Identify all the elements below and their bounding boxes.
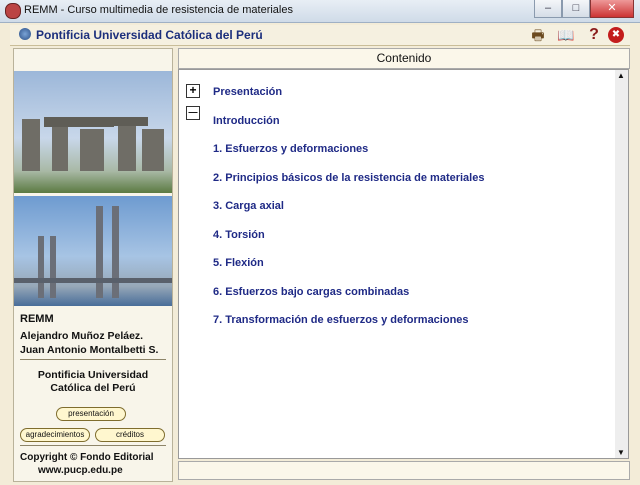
divider	[20, 445, 166, 446]
vertical-scrollbar[interactable]: ▲ ▼	[615, 69, 629, 459]
scroll-down-icon[interactable]: ▼	[617, 448, 625, 457]
tree-gutter: + —	[178, 69, 208, 459]
scroll-up-icon[interactable]: ▲	[617, 71, 625, 80]
university-line-1: Pontificia Universidad	[37, 369, 149, 381]
institution-title: Pontificia Universidad Católica del Perú	[36, 28, 263, 42]
list-item[interactable]: Presentación	[213, 86, 282, 98]
printer-icon[interactable]: 🖶	[530, 27, 546, 43]
sidebar: REMM Alejandro Muñoz Peláez. Juan Antoni…	[13, 48, 173, 482]
list-item[interactable]: 2. Principios básicos de la resistencia …	[213, 172, 484, 184]
expand-button[interactable]: +	[186, 84, 200, 98]
author-2: Juan Antonio Montalbetti S.	[20, 344, 159, 356]
divider	[20, 359, 166, 360]
book-icon[interactable]: 📖	[557, 27, 574, 43]
pucp-logo-icon	[19, 28, 31, 40]
list-item[interactable]: 5. Flexión	[213, 257, 264, 269]
authors: Alejandro Muñoz Peláez. Juan Antonio Mon…	[20, 329, 158, 357]
contents-list: Presentación Introducción 1. Esfuerzos y…	[207, 69, 616, 459]
exit-icon[interactable]: ✖	[608, 27, 624, 43]
list-item[interactable]: Introducción	[213, 115, 280, 127]
help-icon[interactable]: ?	[586, 27, 602, 43]
minimize-button[interactable]: –	[534, 0, 562, 18]
close-button[interactable]: ✕	[590, 0, 634, 18]
university-line-2: Católica del Perú	[50, 382, 136, 394]
content-panel: Contenido + — Presentación Introducción …	[178, 48, 630, 480]
status-bar	[178, 461, 630, 480]
bridge-image	[14, 196, 172, 306]
collapse-button[interactable]: —	[186, 106, 200, 120]
list-item[interactable]: 6. Esfuerzos bajo cargas combinadas	[213, 286, 409, 298]
content-title: Contenido	[178, 48, 630, 69]
creditos-button[interactable]: créditos	[95, 428, 165, 442]
window-title: REMM - Curso multimedia de resistencia d…	[24, 4, 293, 16]
list-item[interactable]: 3. Carga axial	[213, 200, 284, 212]
stonehenge-image	[14, 71, 172, 193]
presentacion-button[interactable]: presentación	[56, 407, 126, 421]
agradecimientos-button[interactable]: agradecimientos	[20, 428, 90, 442]
maximize-button[interactable]: □	[562, 0, 590, 18]
copyright-text: Copyright © Fondo Editorial	[20, 452, 154, 463]
list-item[interactable]: 1. Esfuerzos y deformaciones	[213, 143, 368, 155]
remm-label: REMM	[20, 313, 54, 325]
author-1: Alejandro Muñoz Peláez.	[20, 330, 144, 342]
list-item[interactable]: 7. Transformación de esfuerzos y deforma…	[213, 314, 469, 326]
website-link[interactable]: www.pucp.edu.pe	[20, 464, 153, 477]
window-titlebar: REMM - Curso multimedia de resistencia d…	[0, 0, 640, 23]
university-name: Pontificia Universidad Católica del Perú	[14, 369, 172, 395]
list-item[interactable]: 4. Torsión	[213, 229, 265, 241]
window-controls: – □ ✕	[534, 0, 634, 18]
copyright: Copyright © Fondo Editorial www.pucp.edu…	[20, 451, 153, 477]
app-header: Pontificia Universidad Católica del Perú…	[10, 25, 630, 46]
app-icon	[5, 3, 21, 19]
